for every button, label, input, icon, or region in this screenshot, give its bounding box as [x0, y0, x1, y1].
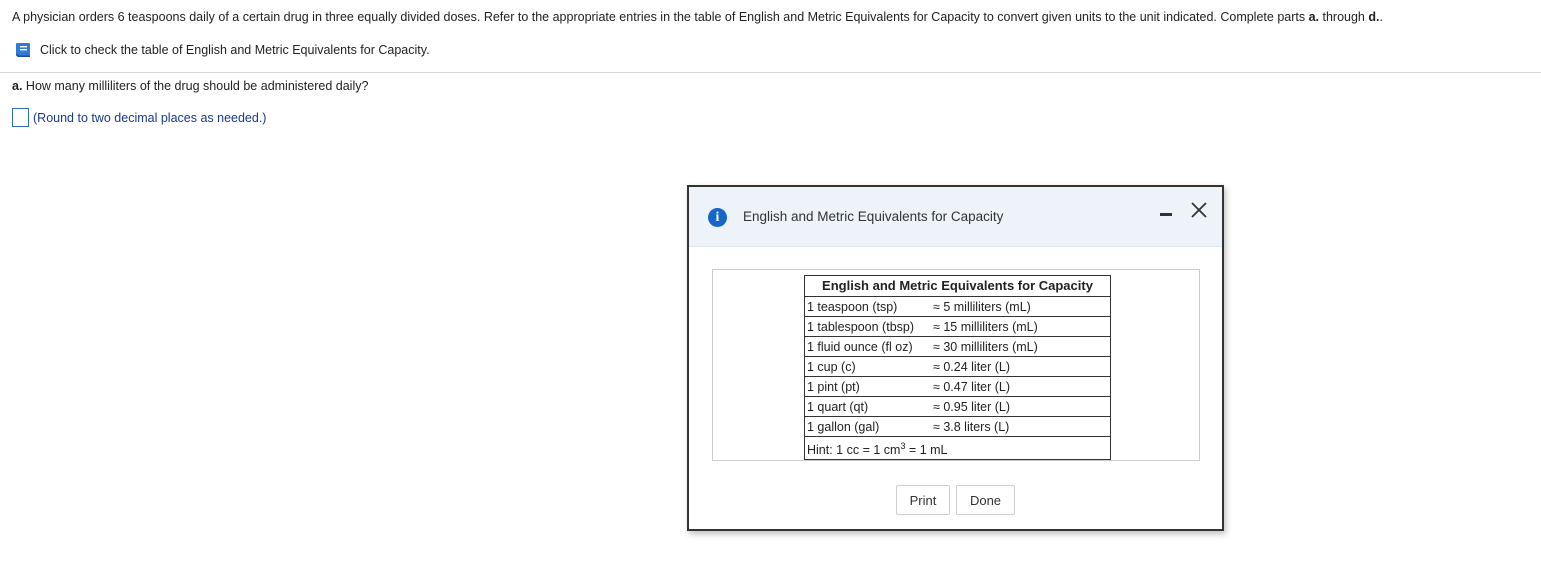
english-unit-cell: 1 fluid ounce (fl oz) — [804, 336, 929, 357]
question-text-suffix: . — [1379, 10, 1383, 24]
table-hint: Hint: 1 cc = 1 cm3 = 1 mL — [804, 435, 1111, 461]
question-text-prefix: A physician orders 6 teaspoons daily of … — [12, 10, 1309, 24]
metric-equivalent-cell: ≈ 30 milliliters (mL) — [929, 336, 1111, 357]
table-row: 1 cup (c) ≈ 0.24 liter (L) — [804, 356, 1111, 377]
question-text-mid: through — [1319, 10, 1369, 24]
english-unit-cell: 1 quart (qt) — [804, 396, 929, 417]
dialog-buttons: Print Done — [689, 485, 1222, 515]
part-a-question-text: How many milliliters of the drug should … — [22, 79, 369, 93]
english-unit-cell: 1 gallon (gal) — [804, 416, 929, 437]
table-row: 1 fluid ounce (fl oz) ≈ 30 milliliters (m… — [804, 336, 1111, 357]
equivalents-dialog: i English and Metric Equivalents for Cap… — [687, 185, 1224, 531]
table-row: 1 tablespoon (tbsp) ≈ 15 milliliters (mL) — [804, 316, 1111, 337]
metric-equivalent-cell: ≈ 0.24 liter (L) — [929, 356, 1111, 377]
table-link[interactable]: Click to check the table of English and … — [14, 41, 430, 59]
english-unit-cell: 1 tablespoon (tbsp) — [804, 316, 929, 337]
part-a-label: a. — [12, 79, 23, 93]
done-button[interactable]: Done — [956, 485, 1015, 515]
table-hint-suffix: = 1 mL — [905, 443, 948, 458]
info-icon: i — [708, 208, 727, 227]
table-frame: English and Metric Equivalents for Capac… — [712, 269, 1200, 461]
dialog-header: i English and Metric Equivalents for Cap… — [689, 187, 1222, 247]
answer-row: (Round to two decimal places as needed.) — [12, 108, 266, 127]
close-icon[interactable] — [1189, 200, 1209, 220]
english-unit-cell: 1 cup (c) — [804, 356, 929, 377]
part-a-question: a. How many milliliters of the drug shou… — [12, 79, 368, 93]
table-hint-prefix: Hint: 1 cc = 1 cm — [807, 443, 901, 458]
table-heading: English and Metric Equivalents for Capac… — [804, 275, 1111, 297]
metric-equivalent-cell: ≈ 0.95 liter (L) — [929, 396, 1111, 417]
metric-equivalent-cell: ≈ 15 milliliters (mL) — [929, 316, 1111, 337]
book-icon — [14, 42, 32, 58]
divider — [0, 72, 1541, 73]
print-button[interactable]: Print — [896, 485, 950, 515]
table-row: 1 pint (pt) ≈ 0.47 liter (L) — [804, 376, 1111, 397]
question-text: A physician orders 6 teaspoons daily of … — [12, 10, 1532, 24]
english-unit-cell: 1 teaspoon (tsp) — [804, 296, 929, 317]
equivalents-table: English and Metric Equivalents for Capac… — [804, 275, 1111, 461]
table-row: 1 teaspoon (tsp) ≈ 5 milliliters (mL) — [804, 296, 1111, 317]
rounding-hint: (Round to two decimal places as needed.) — [33, 110, 267, 125]
table-row: 1 gallon (gal) ≈ 3.8 liters (L) — [804, 416, 1111, 437]
metric-equivalent-cell: ≈ 0.47 liter (L) — [929, 376, 1111, 397]
dialog-title: English and Metric Equivalents for Capac… — [743, 209, 1004, 224]
metric-equivalent-cell: ≈ 3.8 liters (L) — [929, 416, 1111, 437]
answer-input[interactable] — [12, 108, 29, 127]
table-link-label[interactable]: Click to check the table of English and … — [40, 43, 430, 57]
minimize-icon[interactable] — [1159, 204, 1173, 218]
question-part-first: a. — [1308, 10, 1320, 24]
question-part-last: d. — [1368, 10, 1380, 24]
metric-equivalent-cell: ≈ 5 milliliters (mL) — [929, 296, 1111, 317]
english-unit-cell: 1 pint (pt) — [804, 376, 929, 397]
table-row: 1 quart (qt) ≈ 0.95 liter (L) — [804, 396, 1111, 417]
